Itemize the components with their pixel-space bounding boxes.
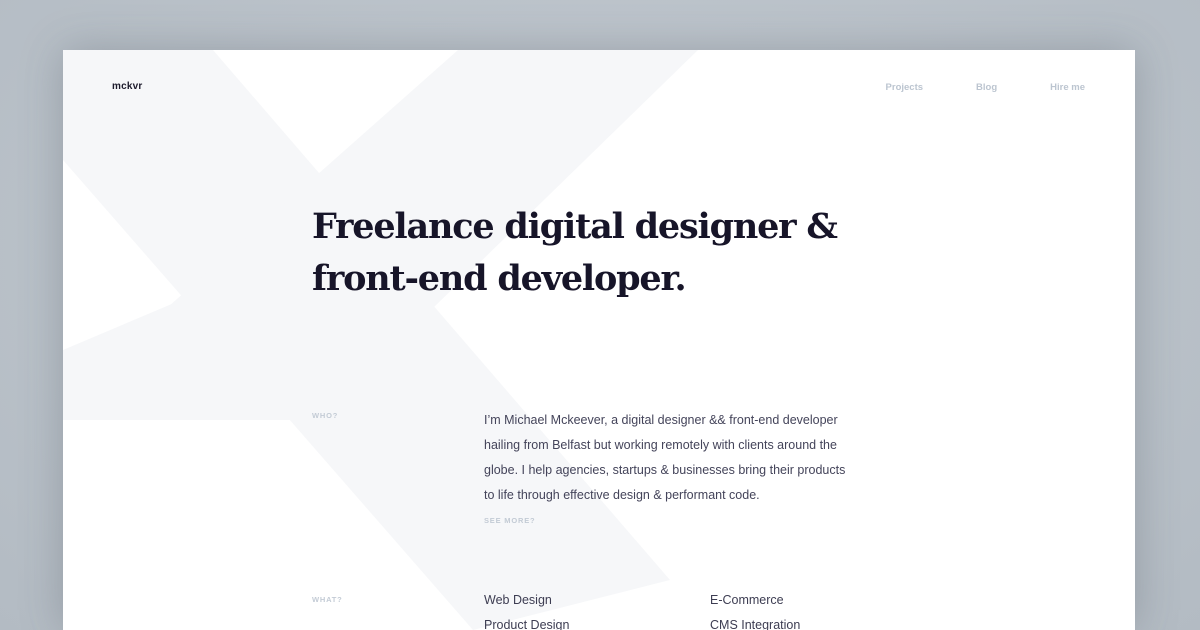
hero-headline: Freelance digital designer & front-end d… — [312, 201, 932, 305]
bio-line: globe. I help agencies, startups & busin… — [484, 463, 846, 477]
services-list: Web Design E-Commerce Product Design CMS… — [484, 591, 944, 630]
service-item: E-Commerce — [710, 593, 784, 607]
x-mark-stroke-primary — [63, 50, 670, 630]
service-item: Product Design — [484, 618, 570, 630]
top-nav: Projects Blog Hire me — [833, 82, 1085, 93]
nav-link-blog[interactable]: Blog — [976, 82, 997, 93]
desktop-backdrop: mckvr Projects Blog Hire me Freelance di… — [0, 0, 1200, 630]
bio-line: to life through effective design & perfo… — [484, 488, 760, 502]
hero-headline-line-2: front-end developer. — [312, 258, 687, 299]
bio-line: hailing from Belfast but working remotel… — [484, 438, 837, 452]
nav-link-projects[interactable]: Projects — [886, 82, 924, 93]
bio-line: I’m Michael Mckeever, a digital designer… — [484, 413, 838, 427]
service-item: CMS Integration — [710, 618, 801, 630]
x-mark-lower-left — [63, 295, 193, 405]
hero-headline-line-1: Freelance digital designer & — [312, 206, 838, 247]
browser-page: mckvr Projects Blog Hire me Freelance di… — [63, 50, 1135, 630]
bio-paragraph: I’m Michael Mckeever, a digital designer… — [484, 408, 904, 508]
see-more-link[interactable]: SEE MORE? — [484, 516, 535, 525]
nav-link-hire-me[interactable]: Hire me — [1050, 82, 1085, 93]
who-section-label: WHO? — [312, 411, 339, 420]
background-x-mark — [63, 50, 698, 630]
service-item: Web Design — [484, 593, 552, 607]
what-section-label: WHAT? — [312, 595, 343, 604]
site-logo[interactable]: mckvr — [112, 81, 142, 92]
